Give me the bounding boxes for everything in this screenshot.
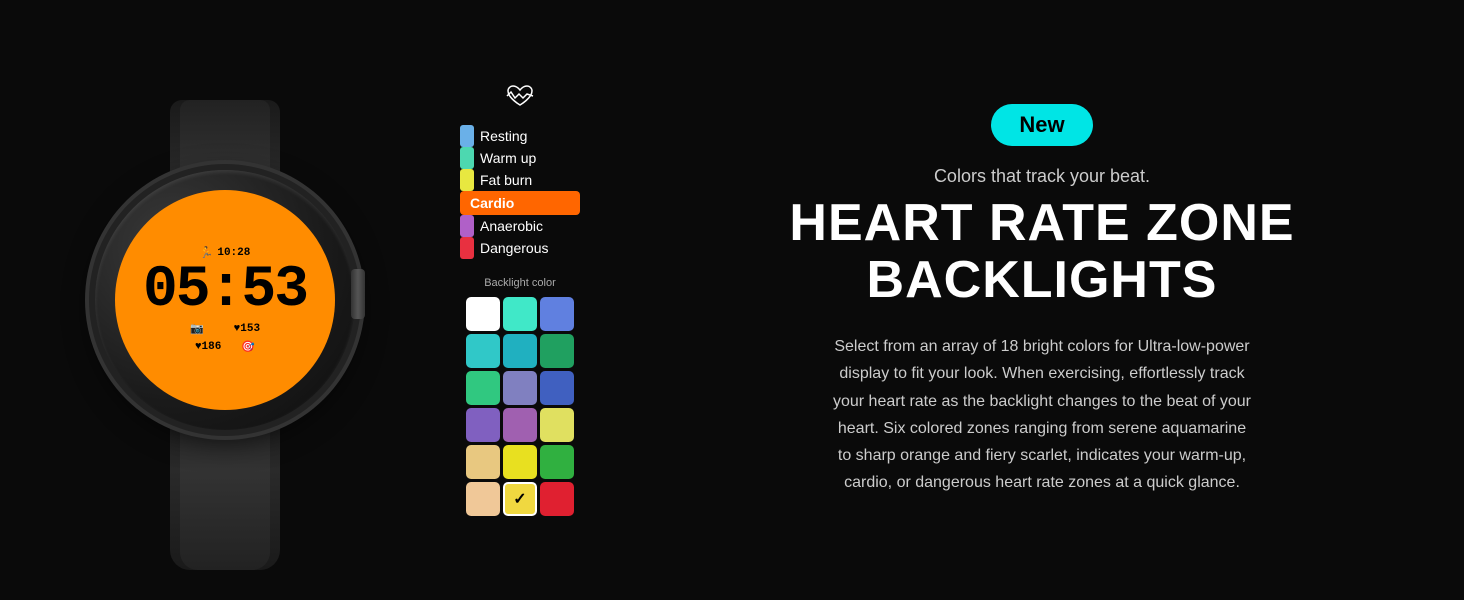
color-cell-1[interactable] — [503, 297, 537, 331]
watch-target-icon: 🎯 — [241, 340, 255, 354]
watch-middle-row: 📷 ♥153 — [190, 322, 260, 336]
zone-item-dangerous[interactable]: Dangerous — [460, 237, 580, 259]
color-cell-2[interactable] — [540, 297, 574, 331]
watch-heart-label: ♥153 — [234, 323, 260, 335]
watch-bottom-row: ♥186 🎯 — [195, 340, 255, 354]
zone-item-fatburn[interactable]: Fat burn — [460, 169, 580, 191]
zones-section: Resting Warm up Fat burn Cardio Anaerobi… — [420, 0, 620, 600]
zone-item-warmup[interactable]: Warm up — [460, 147, 580, 169]
zones-list: Resting Warm up Fat burn Cardio Anaerobi… — [460, 125, 580, 259]
page-container: 🏃 10:28 05:53 📷 ♥153 ♥186 🎯 — [0, 0, 1464, 600]
color-cell-10[interactable] — [503, 408, 537, 442]
zone-color-resting — [460, 125, 474, 147]
zone-item-cardio[interactable]: Cardio — [460, 191, 580, 215]
color-cell-16[interactable] — [503, 482, 537, 516]
color-cell-11[interactable] — [540, 408, 574, 442]
zone-label-anaerobic: Anaerobic — [480, 218, 543, 234]
watch-time-big: 05:53 — [143, 262, 307, 320]
watch-case: 🏃 10:28 05:53 📷 ♥153 ♥186 🎯 — [95, 170, 355, 430]
description: Select from an array of 18 bright colors… — [832, 333, 1252, 496]
watch-screen: 🏃 10:28 05:53 📷 ♥153 ♥186 🎯 — [115, 190, 335, 410]
heart-rate-icon — [506, 85, 534, 113]
watch-screen-content: 🏃 10:28 05:53 📷 ♥153 ♥186 🎯 — [115, 190, 335, 410]
zone-label-dangerous: Dangerous — [480, 240, 549, 256]
color-cell-12[interactable] — [466, 445, 500, 479]
new-badge: New — [991, 104, 1092, 146]
color-cell-3[interactable] — [466, 334, 500, 368]
zone-item-anaerobic[interactable]: Anaerobic — [460, 215, 580, 237]
watch-body: 🏃 10:28 05:53 📷 ♥153 ♥186 🎯 — [85, 160, 365, 440]
color-grid — [466, 297, 574, 516]
zone-color-warmup — [460, 147, 474, 169]
watch-section: 🏃 10:28 05:53 📷 ♥153 ♥186 🎯 — [0, 0, 420, 600]
color-cell-14[interactable] — [540, 445, 574, 479]
subtitle: Colors that track your beat. — [934, 166, 1150, 187]
color-cell-4[interactable] — [503, 334, 537, 368]
color-cell-7[interactable] — [503, 371, 537, 405]
zone-label-warmup: Warm up — [480, 150, 536, 166]
watch-wrapper: 🏃 10:28 05:53 📷 ♥153 ♥186 🎯 — [45, 40, 405, 560]
backlight-label: Backlight color — [484, 277, 556, 289]
color-cell-0[interactable] — [466, 297, 500, 331]
zone-label-fatburn: Fat burn — [480, 172, 532, 188]
color-cell-5[interactable] — [540, 334, 574, 368]
zone-label-cardio: Cardio — [470, 195, 514, 211]
zone-color-anaerobic — [460, 215, 474, 237]
zone-color-fatburn — [460, 169, 474, 191]
watch-steps-label: ♥186 — [195, 341, 221, 353]
color-cell-17[interactable] — [540, 482, 574, 516]
zone-color-dangerous — [460, 237, 474, 259]
text-section: New Colors that track your beat. HEART R… — [620, 64, 1464, 537]
color-cell-9[interactable] — [466, 408, 500, 442]
zone-item-resting[interactable]: Resting — [460, 125, 580, 147]
color-cell-8[interactable] — [540, 371, 574, 405]
main-title: HEART RATE ZONEBACKLIGHTS — [789, 195, 1294, 309]
zone-label-resting: Resting — [480, 128, 527, 144]
color-cell-15[interactable] — [466, 482, 500, 516]
watch-camera-icon: 📷 — [190, 322, 204, 336]
watch-crown — [351, 269, 365, 319]
color-cell-13[interactable] — [503, 445, 537, 479]
backlight-section: Backlight color — [466, 277, 574, 516]
color-cell-6[interactable] — [466, 371, 500, 405]
